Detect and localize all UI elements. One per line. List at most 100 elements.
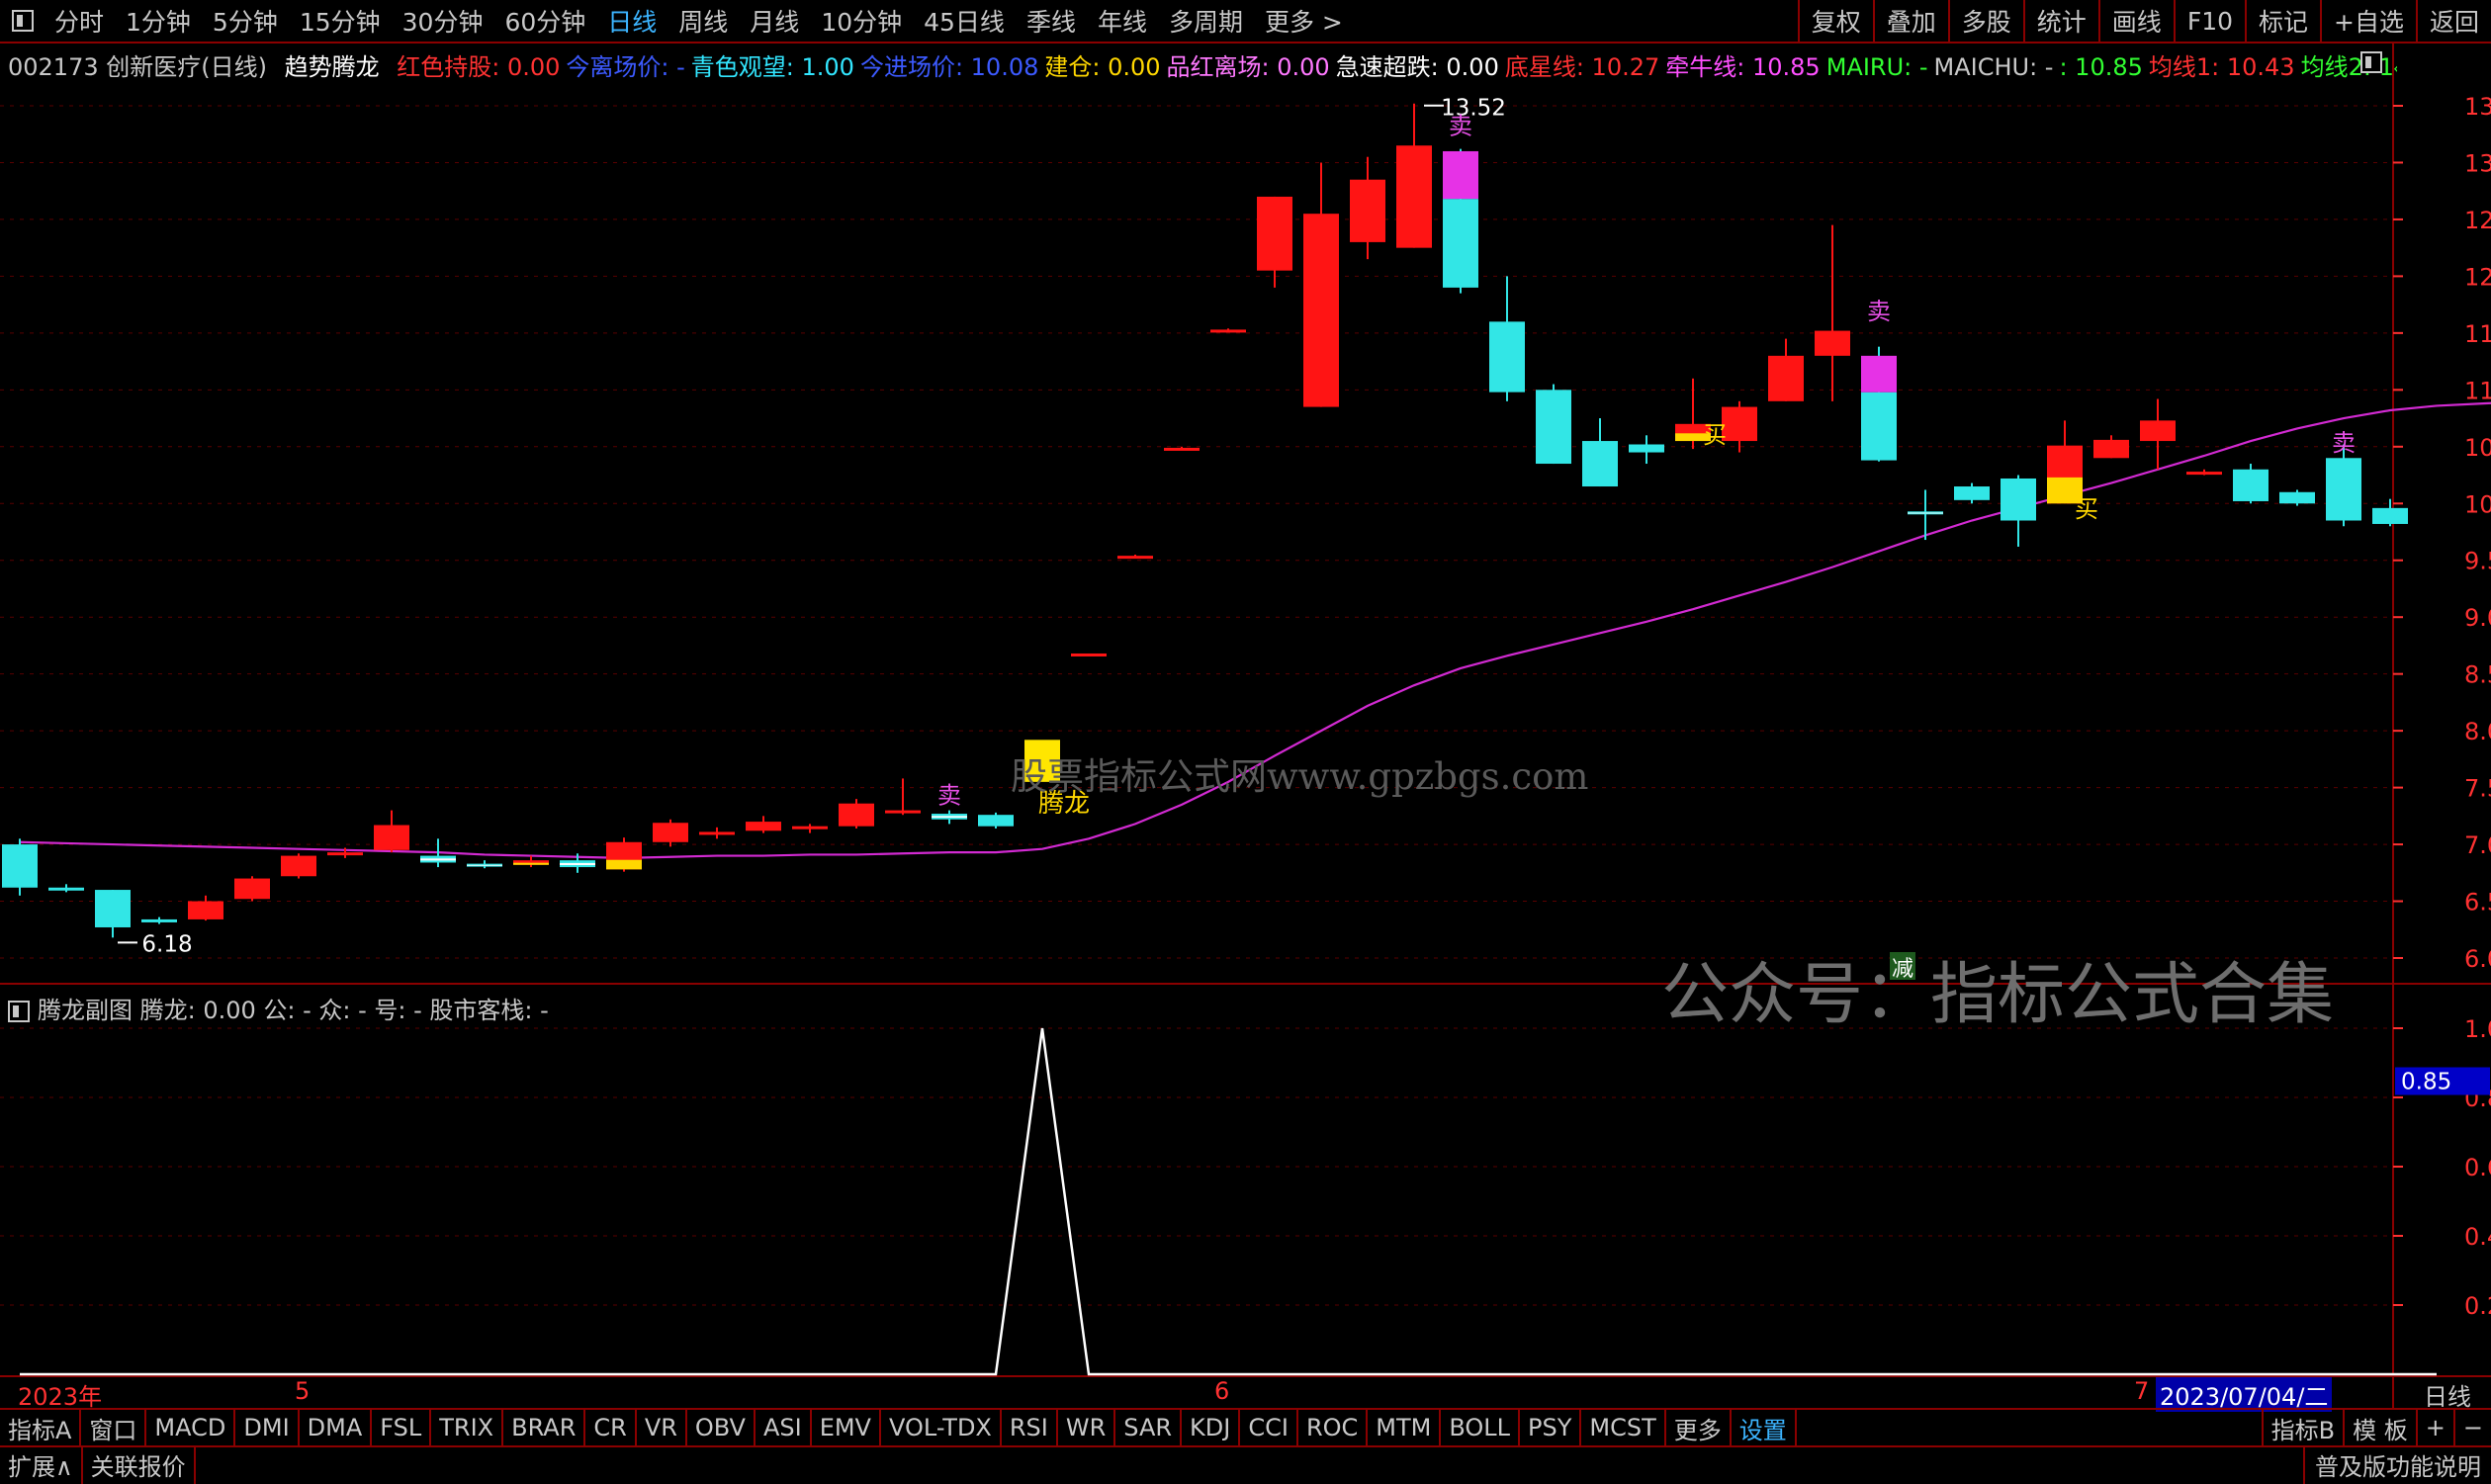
- tab-24[interactable]: 更多: [1666, 1410, 1732, 1445]
- tab-5[interactable]: FSL: [372, 1410, 432, 1445]
- candle-body: [978, 815, 1014, 827]
- period-14[interactable]: 更多 >: [1254, 3, 1354, 39]
- tab-8[interactable]: CR: [585, 1410, 637, 1445]
- price-axis-label: 13.00: [2464, 149, 2491, 177]
- candle-body: [327, 852, 363, 856]
- toolbar-right-6[interactable]: 标记: [2245, 0, 2320, 42]
- candle-body: [188, 901, 223, 919]
- period-10[interactable]: 45日线: [913, 3, 1016, 39]
- help-link[interactable]: 普及版功能说明: [2303, 1445, 2491, 1484]
- period-3[interactable]: 15分钟: [289, 3, 392, 39]
- tab-13[interactable]: VOL-TDX: [881, 1410, 1002, 1445]
- tab-4[interactable]: DMA: [300, 1410, 373, 1445]
- watermark-right: 公众号：指标公式合集: [1661, 956, 2335, 1034]
- tab-11[interactable]: ASI: [756, 1410, 812, 1445]
- tab-0[interactable]: 指标A: [0, 1410, 82, 1445]
- collapse-icon[interactable]: [2360, 51, 2382, 73]
- candle-body: [1582, 441, 1618, 487]
- tab-18[interactable]: CCI: [1240, 1410, 1298, 1445]
- info-item-5: 品红离场: 0.00: [1166, 53, 1330, 81]
- tab-1[interactable]: 窗口: [81, 1410, 147, 1445]
- toolbar-right-8[interactable]: 返回: [2415, 0, 2491, 42]
- price-axis-label: 7.00: [2464, 831, 2491, 859]
- sub-chart-info-text: 腾龙副图 腾龙: 0.00 公: - 众: - 号: - 股市客栈: -: [38, 997, 549, 1024]
- tab-right-1[interactable]: 模 板: [2343, 1410, 2416, 1445]
- tab-15[interactable]: WR: [1058, 1410, 1116, 1445]
- period-4[interactable]: 30分钟: [392, 3, 494, 39]
- candle-body: [792, 826, 828, 829]
- tab-7[interactable]: BRAR: [503, 1410, 586, 1445]
- tab-14[interactable]: RSI: [1002, 1410, 1058, 1445]
- price-axis-label: 6.50: [2464, 889, 2491, 917]
- tenglong-sub-line: [20, 1027, 2437, 1376]
- candle-body: [2001, 478, 2036, 521]
- tab-2[interactable]: MACD: [146, 1410, 236, 1445]
- sub-axis-label: 1.00: [2464, 1015, 2491, 1043]
- price-axis-label: 9.50: [2464, 548, 2491, 575]
- stock-title: 002173 创新医疗(日线): [8, 53, 267, 81]
- candle-body: [141, 918, 177, 922]
- buy-marker: 买: [1703, 421, 1727, 449]
- window-toggle-icon[interactable]: [12, 10, 34, 32]
- tab-22[interactable]: PSY: [1520, 1410, 1582, 1445]
- tab-6[interactable]: TRIX: [431, 1410, 504, 1445]
- tab-10[interactable]: OBV: [687, 1410, 756, 1445]
- status-0[interactable]: 扩展∧: [0, 1445, 83, 1484]
- candle-body: [467, 864, 502, 866]
- tab-23[interactable]: MCST: [1581, 1410, 1666, 1445]
- candle-body: [560, 862, 595, 865]
- period-13[interactable]: 多周期: [1158, 3, 1254, 39]
- tab-17[interactable]: KDJ: [1182, 1410, 1241, 1445]
- tab-21[interactable]: BOLL: [1441, 1410, 1521, 1445]
- tab-25[interactable]: 设置: [1732, 1410, 1797, 1445]
- candle-body: [2186, 472, 2222, 476]
- toolbar-right-0[interactable]: 复权: [1797, 0, 1873, 42]
- period-5[interactable]: 60分钟: [493, 3, 596, 39]
- toolbar-right-4[interactable]: 画线: [2097, 0, 2174, 42]
- period-12[interactable]: 年线: [1087, 3, 1158, 39]
- tab-right-2[interactable]: +: [2415, 1410, 2453, 1445]
- tab-right-3[interactable]: −: [2452, 1410, 2491, 1445]
- period-1[interactable]: 1分钟: [115, 3, 202, 39]
- price-axis-label: 13.50: [2464, 93, 2491, 121]
- period-8[interactable]: 月线: [739, 3, 810, 39]
- period-2[interactable]: 5分钟: [202, 3, 289, 39]
- toolbar-right-2[interactable]: 多股: [1947, 0, 2023, 42]
- tab-right-0[interactable]: 指标B: [2261, 1410, 2343, 1445]
- info-item-12: 均线1: 10.43: [2148, 53, 2295, 81]
- selected-date[interactable]: 2023/07/04/二: [2156, 1377, 2333, 1412]
- candle-body: [48, 887, 84, 891]
- candle-body: [1722, 406, 1757, 442]
- tab-16[interactable]: SAR: [1115, 1410, 1183, 1445]
- candle-body: [2372, 507, 2408, 524]
- price-axis-label: 11.00: [2464, 377, 2491, 404]
- price-axis-label: 9.00: [2464, 604, 2491, 632]
- period-7[interactable]: 周线: [667, 3, 739, 39]
- tab-9[interactable]: VR: [637, 1410, 687, 1445]
- candle-body: [1443, 150, 1478, 200]
- toolbar-right-1[interactable]: 叠加: [1872, 0, 1948, 42]
- candle-body: [1629, 444, 1664, 453]
- candle-body: [2140, 420, 2176, 442]
- status-1[interactable]: 关联报价: [83, 1445, 196, 1484]
- candle-body: [1350, 179, 1385, 242]
- indicator-name[interactable]: 趋势腾龙: [285, 53, 380, 81]
- toolbar-right-3[interactable]: 统计: [2022, 0, 2098, 42]
- period-0[interactable]: 分时: [44, 3, 115, 39]
- candle-body: [281, 855, 316, 877]
- period-6[interactable]: 日线: [596, 3, 667, 39]
- tab-3[interactable]: DMI: [235, 1410, 300, 1445]
- info-item-10: MAICHU: -: [1933, 53, 2054, 81]
- candle-body: [420, 858, 456, 861]
- period-11[interactable]: 季线: [1016, 3, 1087, 39]
- sub-axis-label: 0.20: [2464, 1292, 2491, 1320]
- period-9[interactable]: 10分钟: [810, 3, 913, 39]
- candle-body: [1257, 196, 1292, 271]
- tab-19[interactable]: ROC: [1298, 1410, 1369, 1445]
- sub-window-icon[interactable]: [8, 1001, 30, 1022]
- toolbar-right-5[interactable]: F10: [2173, 0, 2245, 42]
- tab-20[interactable]: MTM: [1368, 1410, 1442, 1445]
- candle-body: [653, 823, 688, 842]
- tab-12[interactable]: EMV: [812, 1410, 881, 1445]
- toolbar-right-7[interactable]: +自选: [2320, 0, 2416, 42]
